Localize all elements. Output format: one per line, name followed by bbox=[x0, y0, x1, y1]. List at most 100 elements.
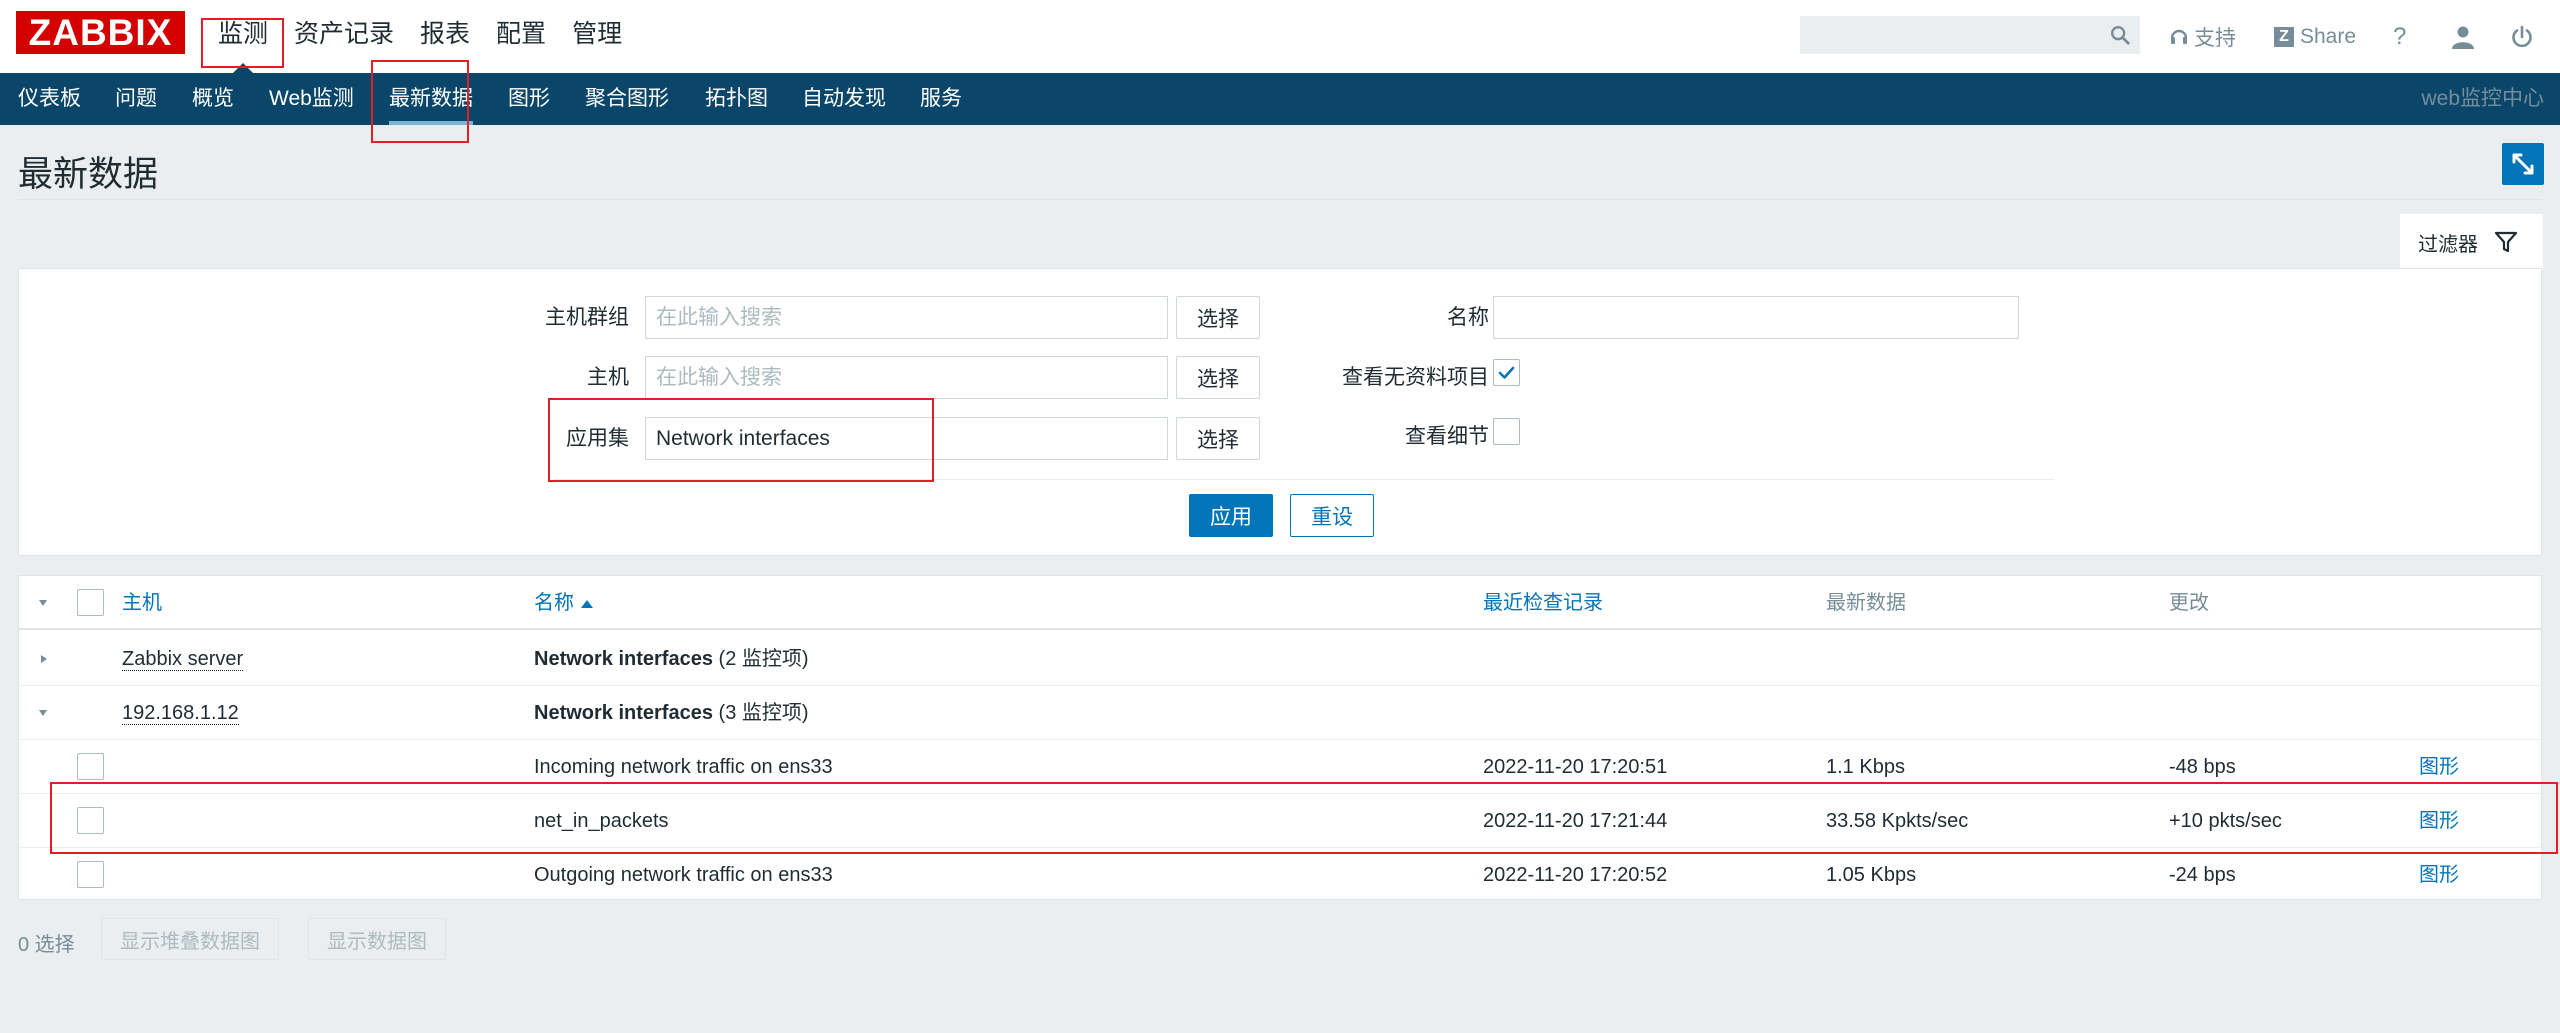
graph-link[interactable]: 图形 bbox=[2419, 740, 2459, 794]
triangle-down-icon bbox=[39, 600, 47, 606]
selected-count: 0 选择 bbox=[18, 934, 75, 956]
nav-graphs[interactable]: 图形 bbox=[508, 73, 550, 125]
host-group-select-button[interactable]: 选择 bbox=[1176, 296, 1260, 339]
table-group-row: 192.168.1.12 Network interfaces (3 监控项) bbox=[19, 686, 2541, 740]
table-row: net_in_packets 2022-11-20 17:21:44 33.58… bbox=[19, 794, 2541, 848]
nav-dashboard[interactable]: 仪表板 bbox=[18, 73, 81, 125]
item-last-check: 2022-11-20 17:21:44 bbox=[1483, 810, 1668, 832]
server-name-label: web监控中心 bbox=[2421, 87, 2544, 110]
nav-problems[interactable]: 问题 bbox=[115, 73, 157, 125]
reset-button[interactable]: 重设 bbox=[1290, 494, 1374, 537]
item-name: net_in_packets bbox=[534, 810, 669, 832]
page-title: 最新数据 bbox=[18, 155, 159, 194]
item-change: -24 bps bbox=[2169, 864, 2236, 886]
column-last-value: 最新数据 bbox=[1826, 592, 1906, 614]
row-checkbox[interactable] bbox=[77, 753, 104, 780]
nav-web-monitoring[interactable]: Web监测 bbox=[269, 73, 354, 125]
global-search-input[interactable] bbox=[1801, 17, 2101, 53]
application-name: Network interfaces bbox=[534, 702, 713, 724]
nav-discovery[interactable]: 自动发现 bbox=[802, 73, 886, 125]
support-link[interactable]: 支持 bbox=[2170, 0, 2236, 73]
item-last-check: 2022-11-20 17:20:51 bbox=[1483, 756, 1668, 778]
top-menu-configuration[interactable]: 配置 bbox=[483, 0, 559, 73]
show-stacked-graph-button[interactable]: 显示堆叠数据图 bbox=[101, 918, 279, 960]
global-search bbox=[1800, 16, 2140, 54]
user-icon bbox=[2452, 26, 2474, 49]
checkmark-icon bbox=[1498, 366, 1515, 379]
expand-icon bbox=[2512, 153, 2534, 175]
show-details-checkbox[interactable] bbox=[1493, 418, 1520, 445]
column-last-check[interactable]: 最近检查记录 bbox=[1483, 576, 1603, 630]
select-all-checkbox[interactable] bbox=[77, 589, 104, 616]
nav-overview[interactable]: 概览 bbox=[192, 73, 234, 125]
top-menu-reports[interactable]: 报表 bbox=[407, 0, 483, 73]
table-group-row: Zabbix server Network interfaces (2 监控项) bbox=[19, 632, 2541, 686]
search-icon[interactable] bbox=[2109, 24, 2131, 46]
row-checkbox[interactable] bbox=[77, 807, 104, 834]
item-last-value: 33.58 Kpkts/sec bbox=[1826, 810, 1969, 832]
logout-button[interactable] bbox=[2510, 0, 2534, 73]
filter-panel: 主机群组 选择 主机 选择 应用集 选择 名称 查看无资料项目 查看细节 应用 … bbox=[18, 268, 2542, 556]
column-name-label: 名称 bbox=[534, 592, 574, 614]
column-name[interactable]: 名称 bbox=[534, 576, 594, 630]
item-count: (2 监控项) bbox=[718, 648, 809, 670]
item-change: -48 bps bbox=[2169, 756, 2236, 778]
header-divider bbox=[18, 199, 2542, 200]
top-menu: 监测 资产记录 报表 配置 管理 bbox=[205, 0, 635, 73]
nav-screens[interactable]: 聚合图形 bbox=[585, 73, 669, 125]
name-input[interactable] bbox=[1493, 296, 2019, 339]
host-label: 主机 bbox=[587, 366, 629, 389]
name-label: 名称 bbox=[1447, 306, 1489, 329]
help-icon: ? bbox=[2393, 22, 2407, 50]
host-group-input[interactable] bbox=[645, 296, 1168, 339]
top-bar: ZABBIX 监测 资产记录 报表 配置 管理 支持 Z Share ? bbox=[0, 0, 2560, 73]
row-checkbox[interactable] bbox=[77, 861, 104, 888]
filter-icon bbox=[2494, 231, 2518, 253]
help-button[interactable]: ? bbox=[2393, 0, 2406, 73]
table-row: Outgoing network traffic on ens33 2022-1… bbox=[19, 848, 2541, 902]
zabbix-logo[interactable]: ZABBIX bbox=[16, 11, 185, 54]
application-label: 应用集 bbox=[566, 427, 629, 450]
column-host[interactable]: 主机 bbox=[122, 576, 162, 630]
application-select-button[interactable]: 选择 bbox=[1176, 417, 1260, 460]
application-input[interactable] bbox=[645, 417, 1168, 460]
filter-tab[interactable]: 过滤器 bbox=[2400, 214, 2543, 270]
host-link[interactable]: Zabbix server bbox=[122, 648, 244, 671]
nav-services[interactable]: 服务 bbox=[920, 73, 962, 125]
sub-nav-bar: 仪表板 问题 概览 Web监测 最新数据 图形 聚合图形 拓扑图 自动发现 服务… bbox=[0, 73, 2560, 125]
show-graph-button[interactable]: 显示数据图 bbox=[308, 918, 446, 960]
apply-button[interactable]: 应用 bbox=[1189, 494, 1273, 537]
item-name: Outgoing network traffic on ens33 bbox=[534, 864, 833, 886]
show-no-data-label: 查看无资料项目 bbox=[1342, 366, 1489, 389]
nav-maps[interactable]: 拓扑图 bbox=[705, 73, 768, 125]
graph-link[interactable]: 图形 bbox=[2419, 794, 2459, 848]
collapse-all-toggle[interactable] bbox=[31, 576, 61, 630]
share-link[interactable]: Z Share bbox=[2274, 0, 2356, 73]
top-menu-inventory[interactable]: 资产记录 bbox=[281, 0, 407, 73]
host-link[interactable]: 192.168.1.12 bbox=[122, 702, 239, 725]
show-no-data-checkbox[interactable] bbox=[1493, 359, 1520, 386]
nav-latest-data[interactable]: 最新数据 bbox=[389, 73, 473, 125]
triangle-right-icon bbox=[41, 655, 47, 663]
support-label: 支持 bbox=[2194, 26, 2236, 50]
show-details-label: 查看细节 bbox=[1405, 425, 1489, 448]
top-menu-monitoring[interactable]: 监测 bbox=[205, 0, 281, 73]
collapse-toggle[interactable] bbox=[31, 686, 61, 740]
item-count: (3 监控项) bbox=[718, 702, 809, 724]
host-input[interactable] bbox=[645, 356, 1168, 399]
zabbix-share-icon: Z bbox=[2274, 26, 2294, 47]
column-change: 更改 bbox=[2169, 592, 2209, 614]
host-select-button[interactable]: 选择 bbox=[1176, 356, 1260, 399]
item-last-check: 2022-11-20 17:20:52 bbox=[1483, 864, 1668, 886]
latest-data-table: 主机 名称 最近检查记录 最新数据 更改 Zabbix server Netwo… bbox=[18, 575, 2542, 900]
fullscreen-button[interactable] bbox=[2502, 143, 2544, 185]
top-menu-administration[interactable]: 管理 bbox=[559, 0, 635, 73]
application-group: Network interfaces (3 监控项) bbox=[534, 686, 809, 740]
graph-link[interactable]: 图形 bbox=[2419, 848, 2459, 902]
user-profile-button[interactable] bbox=[2451, 0, 2475, 73]
filter-tab-label: 过滤器 bbox=[2418, 233, 2478, 256]
item-last-value: 1.05 Kbps bbox=[1826, 864, 1917, 886]
power-icon bbox=[2512, 25, 2532, 47]
item-last-value: 1.1 Kbps bbox=[1826, 756, 1905, 778]
expand-toggle[interactable] bbox=[31, 632, 61, 686]
